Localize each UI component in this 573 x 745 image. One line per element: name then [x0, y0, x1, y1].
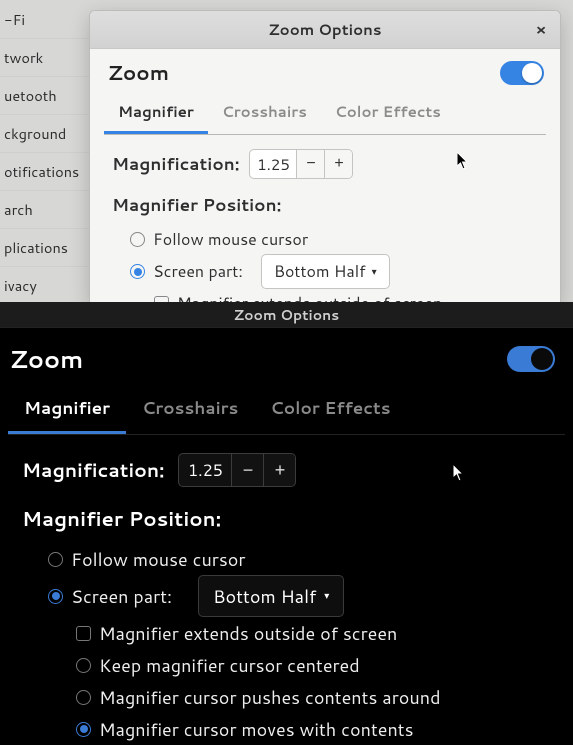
zoom-options-dialog-dark: Zoom Options Zoom Magnifier Crosshairs C… — [0, 302, 573, 692]
zoom-header: Zoom — [0, 328, 573, 386]
toggle-knob — [531, 348, 553, 370]
option-label: Magnifier extends outside of screen — [99, 620, 397, 646]
tab-color-effects[interactable]: Color Effects — [321, 93, 455, 134]
sidebar-item-bluetooth[interactable]: uetooth — [0, 76, 89, 114]
magnifier-panel: Magnification: 1.25 − + Magnifier Positi… — [90, 135, 560, 303]
settings-sidebar: -Fi twork uetooth ckground otifications … — [0, 0, 89, 302]
zoom-heading: Zoom — [108, 59, 169, 87]
sidebar-item-notifications[interactable]: otifications — [0, 152, 89, 190]
tabbar: Magnifier Crosshairs Color Effects — [8, 386, 565, 435]
sidebar-item-label: twork — [4, 47, 43, 68]
option-keep-centered[interactable]: Keep magnifier cursor centered — [76, 649, 573, 681]
sidebar-item-applications[interactable]: plications — [0, 228, 89, 266]
sidebar-item-background[interactable]: ckground — [0, 114, 89, 152]
magnification-plus-button[interactable]: + — [324, 150, 352, 178]
option-label: Follow mouse cursor — [71, 546, 245, 572]
option-label: Magnifier cursor pushes contents around — [99, 684, 441, 710]
dropdown-value: Bottom Half — [213, 583, 316, 609]
option-label: Keep magnifier cursor centered — [99, 652, 360, 678]
dialog-title: Zoom Options — [234, 305, 339, 325]
option-screen-part[interactable]: Screen part: Bottom Half ▾ — [48, 575, 573, 617]
zoom-toggle[interactable] — [500, 61, 544, 85]
sidebar-item-label: -Fi — [4, 9, 25, 30]
chevron-down-icon: ▾ — [372, 265, 377, 279]
zoom-options-dialog: Zoom Options × Zoom Magnifier Crosshairs… — [89, 10, 561, 303]
magnification-label: Magnification: — [22, 457, 164, 484]
option-moves-with-contents[interactable]: Magnifier cursor moves with contents — [76, 713, 573, 745]
tab-crosshairs[interactable]: Crosshairs — [208, 93, 321, 134]
option-screen-part[interactable]: Screen part: Bottom Half ▾ — [130, 254, 540, 289]
screen-part-suboptions: Magnifier extends outside of screen Keep… — [130, 289, 540, 303]
sidebar-item-network[interactable]: twork — [0, 38, 89, 76]
toggle-knob — [522, 63, 542, 83]
sidebar-item-privacy[interactable]: ivacy — [0, 266, 89, 304]
magnifier-position-label: Magnifier Position: — [112, 193, 540, 217]
magnification-value[interactable]: 1.25 — [179, 459, 231, 482]
zoom-toggle[interactable] — [507, 346, 555, 372]
option-pushes-contents[interactable]: Magnifier cursor pushes contents around — [76, 681, 573, 713]
sidebar-item-label: ivacy — [4, 275, 37, 296]
screen-part-dropdown[interactable]: Bottom Half ▾ — [261, 254, 390, 289]
magnifier-position-label: Magnifier Position: — [22, 505, 573, 533]
dialog-titlebar[interactable]: Zoom Options — [0, 302, 573, 328]
close-icon[interactable]: × — [532, 21, 550, 39]
radio-icon[interactable] — [76, 658, 91, 673]
magnification-spinbutton[interactable]: 1.25 − + — [249, 149, 353, 179]
option-extends-outside[interactable]: Magnifier extends outside of screen — [76, 617, 573, 649]
radio-icon[interactable] — [76, 722, 91, 737]
tab-magnifier[interactable]: Magnifier — [104, 93, 208, 134]
zoom-heading: Zoom — [10, 342, 83, 376]
sidebar-item-label: otifications — [4, 161, 79, 182]
magnification-minus-button[interactable]: − — [296, 150, 324, 178]
magnification-plus-button[interactable]: + — [263, 454, 295, 486]
screen-part-dropdown[interactable]: Bottom Half ▾ — [198, 575, 344, 617]
option-label: Screen part: — [153, 260, 243, 283]
magnification-row: Magnification: 1.25 − + — [22, 453, 573, 487]
option-follow-mouse[interactable]: Follow mouse cursor — [48, 543, 573, 575]
dialog-title: Zoom Options — [268, 19, 381, 40]
screen-part-suboptions: Magnifier extends outside of screen Keep… — [48, 617, 573, 745]
radio-icon[interactable] — [48, 552, 63, 567]
option-label: Follow mouse cursor — [153, 228, 308, 251]
sidebar-item-wifi[interactable]: -Fi — [0, 0, 89, 38]
chevron-down-icon: ▾ — [324, 589, 329, 603]
option-follow-mouse[interactable]: Follow mouse cursor — [130, 225, 540, 254]
radio-icon[interactable] — [48, 589, 63, 604]
magnifier-position-options: Follow mouse cursor Screen part: Bottom … — [112, 225, 540, 303]
magnifier-position-options: Follow mouse cursor Screen part: Bottom … — [22, 543, 573, 745]
option-label: Magnifier cursor moves with contents — [99, 716, 414, 742]
tabbar: Magnifier Crosshairs Color Effects — [104, 93, 546, 135]
option-extends-outside[interactable]: Magnifier extends outside of screen — [154, 289, 540, 303]
sidebar-item-label: plications — [4, 237, 68, 258]
checkbox-icon[interactable] — [76, 626, 91, 641]
dialog-titlebar[interactable]: Zoom Options × — [90, 11, 560, 49]
tab-color-effects[interactable]: Color Effects — [254, 386, 406, 434]
dropdown-value: Bottom Half — [274, 260, 366, 283]
tab-magnifier[interactable]: Magnifier — [8, 386, 126, 434]
sidebar-item-label: arch — [4, 199, 33, 220]
tab-crosshairs[interactable]: Crosshairs — [126, 386, 254, 434]
option-label: Screen part: — [71, 583, 172, 609]
magnification-value[interactable]: 1.25 — [250, 154, 296, 175]
zoom-header: Zoom — [90, 49, 560, 93]
radio-icon[interactable] — [130, 232, 145, 247]
radio-icon[interactable] — [130, 264, 145, 279]
magnification-label: Magnification: — [112, 152, 239, 176]
magnifier-panel: Magnification: 1.25 − + Magnifier Positi… — [0, 435, 573, 745]
sidebar-item-label: uetooth — [4, 85, 57, 106]
sidebar-item-search[interactable]: arch — [0, 190, 89, 228]
magnification-row: Magnification: 1.25 − + — [112, 149, 540, 179]
magnification-spinbutton[interactable]: 1.25 − + — [178, 453, 296, 487]
sidebar-item-label: ckground — [4, 123, 66, 144]
magnification-minus-button[interactable]: − — [231, 454, 263, 486]
